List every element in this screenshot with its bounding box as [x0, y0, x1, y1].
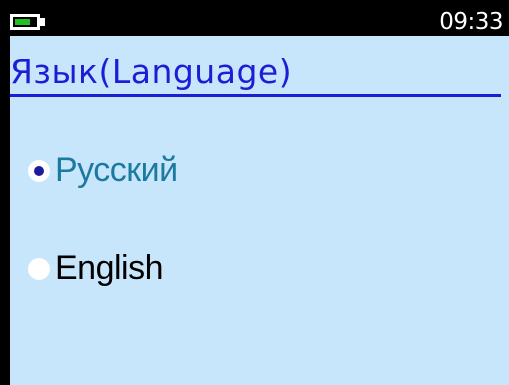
battery-icon: [10, 14, 40, 30]
device-screen: 09:33 Язык(Language) Русский English: [0, 0, 509, 385]
radio-russian[interactable]: [28, 160, 50, 182]
language-label-english: English: [55, 249, 164, 287]
language-settings-panel: Язык(Language) Русский English: [10, 36, 509, 385]
radio-selected-dot-icon: [34, 166, 44, 176]
title-underline: [10, 94, 501, 97]
battery-level-fill: [15, 19, 30, 25]
status-bar: 09:33: [0, 0, 509, 36]
clock: 09:33: [439, 9, 503, 35]
battery-terminal: [40, 18, 45, 26]
radio-english[interactable]: [28, 258, 50, 280]
page-title: Язык(Language): [10, 52, 293, 91]
language-label-russian: Русский: [55, 151, 178, 189]
